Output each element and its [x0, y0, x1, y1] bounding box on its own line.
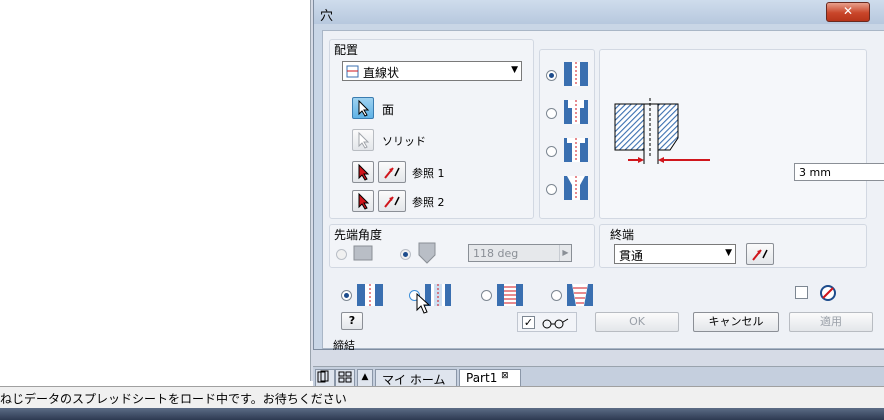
dialog-titlebar[interactable]: 穴 ✕ [314, 0, 884, 24]
tile-windows-icon [317, 370, 329, 383]
close-icon[interactable]: ⊠ [501, 371, 509, 381]
preview-toggle-group: ✓ [517, 312, 577, 332]
hole-dialog: 穴 ✕ 配置 直線状 ▼ 面 ソリッド 参照 1 参照 2 3 mm 先端角度 … [313, 0, 884, 352]
termination-group: 終端 貫通 ▼ [599, 224, 867, 268]
termination-flip-button[interactable] [746, 243, 774, 265]
tab-scroll-up-button[interactable]: ▲ [357, 369, 373, 386]
flip-direction-icon [384, 196, 400, 208]
apply-button[interactable]: 適用 [789, 312, 873, 332]
thread-tapped-radio[interactable] [481, 290, 492, 301]
taper-tapped-hole-type-icon [567, 284, 593, 306]
drill-point-angle-radio[interactable] [400, 249, 411, 260]
os-taskbar [0, 408, 884, 420]
cursor-arrow-icon [358, 131, 370, 149]
ok-button[interactable]: OK [595, 312, 679, 332]
ref1-label: 参照 1 [412, 167, 445, 180]
flip-direction-icon [384, 167, 400, 179]
status-bar: ねじデータのスプレッドシートをロード中です。お待ちください [0, 386, 884, 409]
flat-point-icon [353, 245, 373, 261]
hole-type-counterbore-radio[interactable] [546, 108, 557, 119]
ref1-flip-button[interactable] [378, 161, 406, 183]
thread-simple-radio[interactable] [341, 290, 352, 301]
status-message: ねじデータのスプレッドシートをロード中です。お待ちください [0, 392, 347, 406]
diameter-value: 3 mm [799, 166, 831, 179]
thread-taper-radio[interactable] [551, 290, 562, 301]
solid-label: ソリッド [382, 135, 426, 148]
hole-preview-icon [614, 98, 710, 164]
window-grid-icon [338, 371, 352, 383]
simple-hole-icon [564, 62, 588, 86]
ref1-select-button[interactable] [352, 161, 374, 183]
placement-type-value: 直線状 [363, 66, 400, 80]
counterbore-hole-icon [564, 100, 588, 124]
mouse-cursor-icon [416, 293, 431, 314]
face-select-button[interactable] [352, 97, 374, 119]
flip-direction-icon [752, 249, 768, 261]
tab-part1[interactable]: Part1 ⊠ [459, 369, 521, 386]
face-label: 面 [382, 103, 395, 117]
no-entry-icon [820, 285, 836, 301]
drill-point-label: 先端角度 [334, 228, 383, 242]
cursor-arrow-icon [358, 99, 370, 117]
tab-part1-label: Part1 [466, 371, 498, 385]
cursor-arrow-icon [358, 163, 370, 181]
simple-hole-type-icon [357, 284, 383, 306]
document-tabs-bar: ▲ マイ ホーム Part1 ⊠ [313, 366, 884, 387]
termination-value: 貫通 [619, 249, 644, 263]
diameter-input[interactable]: 3 mm ▶ [794, 163, 884, 181]
spotface-hole-icon [564, 138, 588, 162]
dialog-title: 穴 [320, 9, 334, 24]
placement-type-select[interactable]: 直線状 ▼ [342, 61, 522, 81]
window-list-button[interactable] [335, 369, 355, 386]
preview-toggle-checkbox[interactable]: ✓ [522, 316, 535, 329]
preview-checkbox[interactable] [795, 286, 808, 299]
drill-angle-value: 118 deg [473, 247, 519, 260]
cancel-button[interactable]: キャンセル [693, 312, 779, 332]
chevron-right-icon[interactable]: ▶ [559, 245, 571, 261]
ref2-label: 参照 2 [412, 196, 445, 209]
angle-point-icon [418, 242, 436, 264]
tile-windows-button[interactable] [315, 369, 335, 386]
drill-angle-input[interactable]: 118 deg ▶ [468, 244, 572, 262]
drill-point-flat-radio[interactable] [336, 249, 347, 260]
hole-type-group [539, 49, 595, 219]
help-button[interactable]: ? [341, 312, 363, 330]
termination-label: 終端 [610, 228, 635, 242]
linear-placement-icon [346, 65, 359, 81]
termination-select[interactable]: 貫通 ▼ [614, 244, 736, 264]
canvas-left [0, 0, 311, 381]
hole-type-spotface-radio[interactable] [546, 146, 557, 157]
tab-my-home[interactable]: マイ ホーム [375, 369, 457, 387]
glasses-icon [542, 318, 569, 329]
placement-group: 配置 直線状 ▼ 面 ソリッド 参照 1 参照 2 [329, 39, 534, 219]
ref2-select-button[interactable] [352, 190, 374, 212]
hole-type-countersink-radio[interactable] [546, 184, 557, 195]
solid-select-button[interactable] [352, 129, 374, 151]
drill-point-group: 先端角度 118 deg ▶ [329, 224, 595, 268]
chevron-down-icon: ▼ [725, 248, 732, 258]
preview-group: 3 mm ▶ [599, 49, 884, 219]
cursor-arrow-icon [358, 192, 370, 210]
dialog-client: 配置 直線状 ▼ 面 ソリッド 参照 1 参照 2 3 mm 先端角度 118 … [322, 30, 884, 352]
countersink-hole-icon [564, 176, 588, 200]
placement-label: 配置 [334, 43, 359, 57]
chevron-down-icon: ▼ [511, 65, 518, 75]
ref2-flip-button[interactable] [378, 190, 406, 212]
close-button[interactable]: ✕ [826, 2, 870, 22]
hole-type-simple-radio[interactable] [546, 70, 557, 81]
tapped-hole-type-icon [497, 284, 523, 306]
